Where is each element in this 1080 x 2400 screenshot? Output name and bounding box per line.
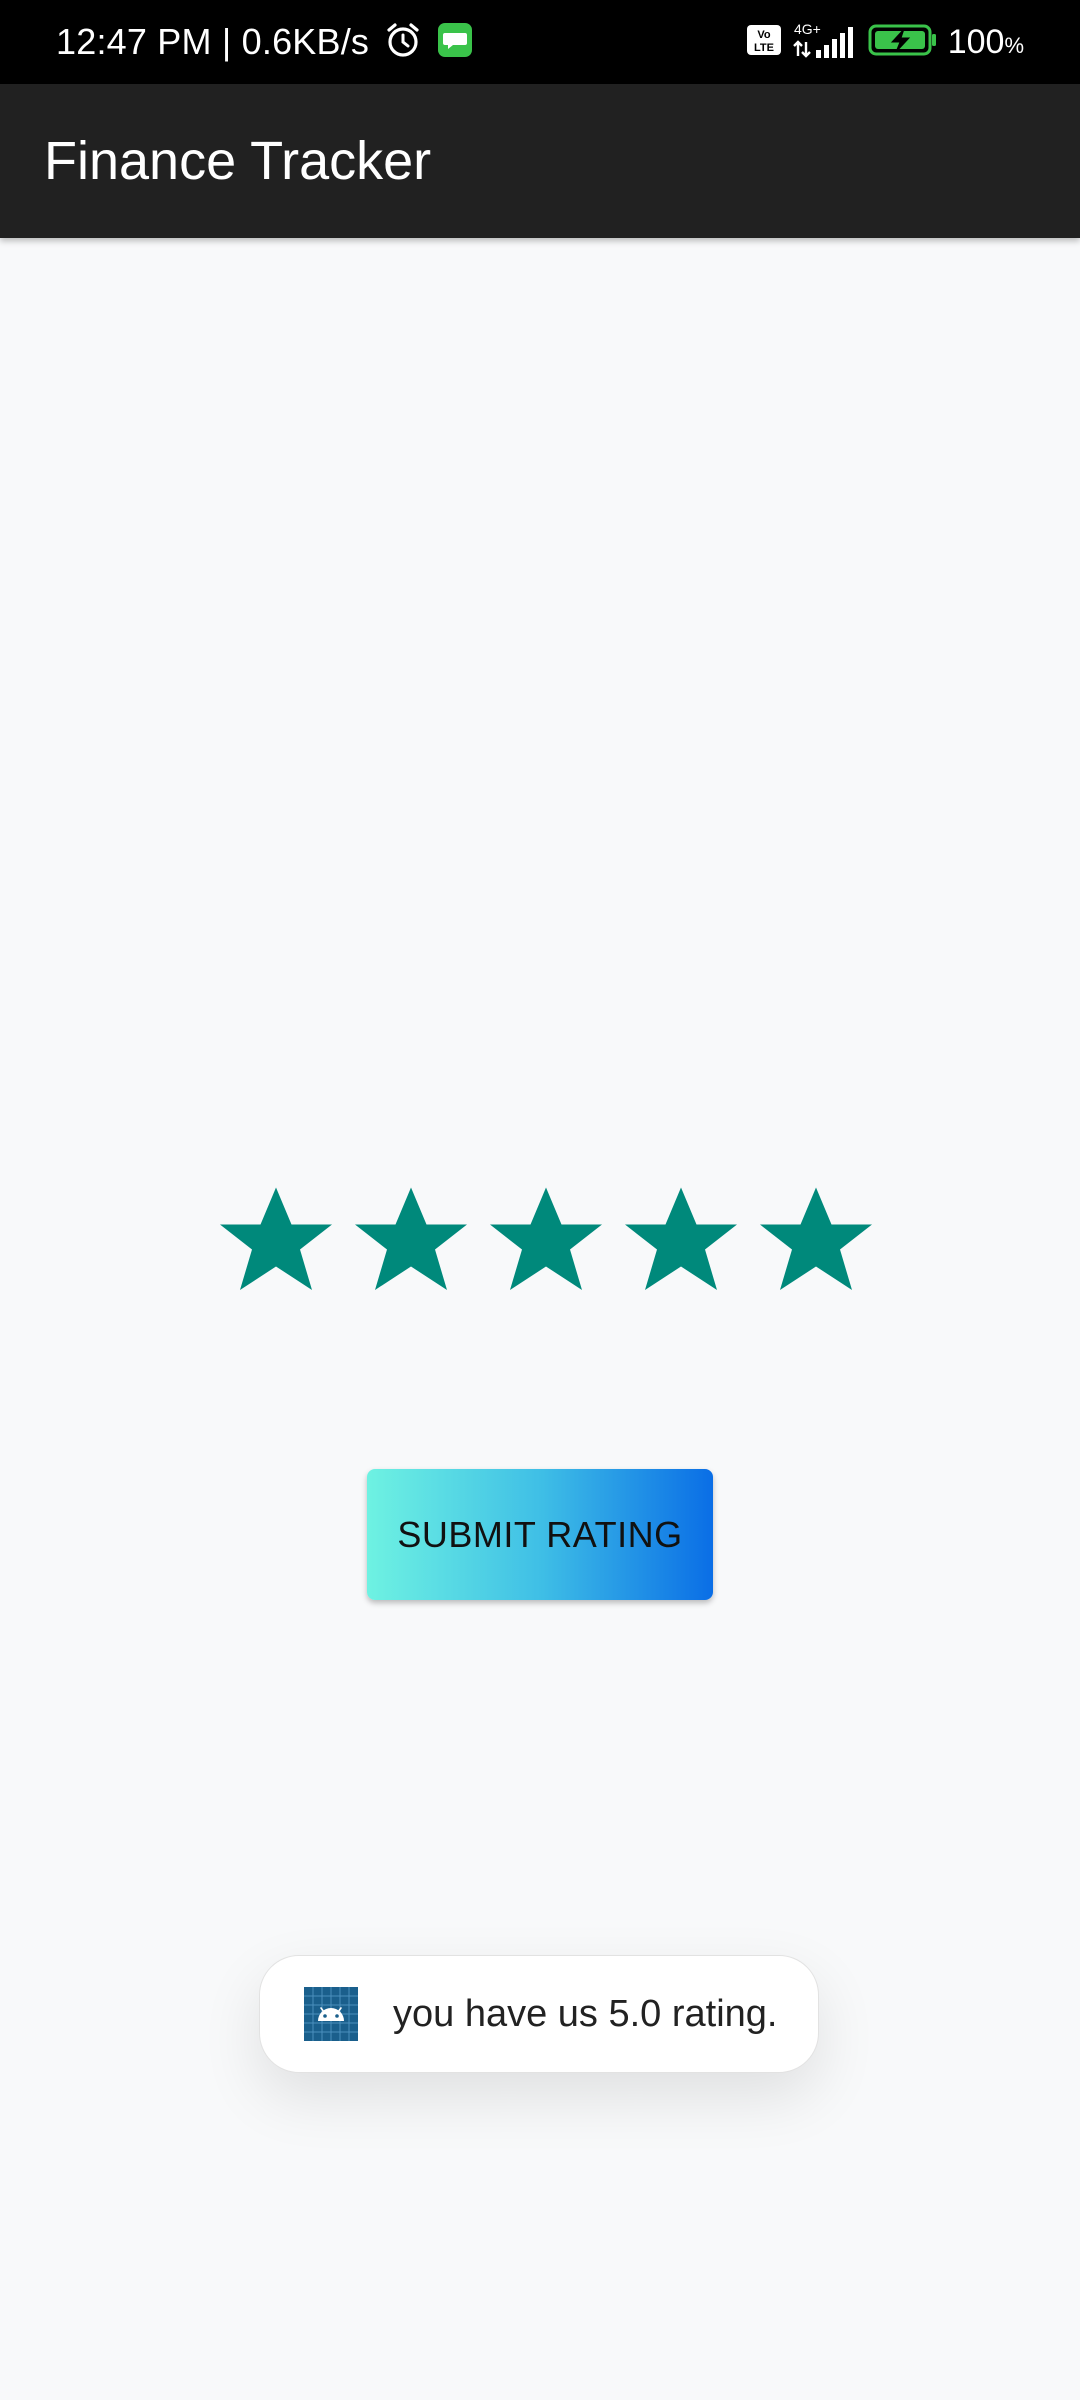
status-time: 12:47 PM | 0.6KB/s: [56, 21, 370, 62]
message-notification-icon: [437, 22, 473, 63]
status-left: 12:47 PM | 0.6KB/s: [56, 0, 473, 84]
signal-4g-icon: 4G+: [792, 20, 858, 65]
battery-icon: [868, 23, 938, 62]
battery-value: 100: [947, 22, 1005, 61]
battery-percentage: 100%: [948, 23, 1024, 62]
volte-icon: Vo LTE: [746, 24, 782, 61]
network-type-label: 4G+: [794, 21, 821, 37]
rating-star-1-icon[interactable]: [216, 1180, 336, 1300]
android-app-icon: [304, 1987, 358, 2041]
app-bar: Finance Tracker: [0, 84, 1080, 238]
toast: you have us 5.0 rating.: [259, 1955, 819, 2073]
app-title: Finance Tracker: [44, 131, 432, 191]
toast-message: you have us 5.0 rating.: [393, 1992, 778, 2035]
status-bar: 12:47 PM | 0.6KB/s Vo LTE 4G+ 100%: [0, 0, 1080, 84]
rating-star-5-icon[interactable]: [756, 1180, 876, 1300]
battery-unit: %: [1004, 32, 1024, 58]
alarm-icon: [383, 20, 423, 65]
rating-star-2-icon[interactable]: [351, 1180, 471, 1300]
svg-text:Vo: Vo: [757, 29, 771, 41]
status-right: Vo LTE 4G+ 100%: [746, 0, 1024, 84]
rating-star-4-icon[interactable]: [621, 1180, 741, 1300]
submit-rating-button[interactable]: SUBMIT RATING: [367, 1469, 713, 1600]
svg-text:LTE: LTE: [754, 42, 774, 54]
rating-star-3-icon[interactable]: [486, 1180, 606, 1300]
rating-bar[interactable]: [216, 1180, 876, 1300]
